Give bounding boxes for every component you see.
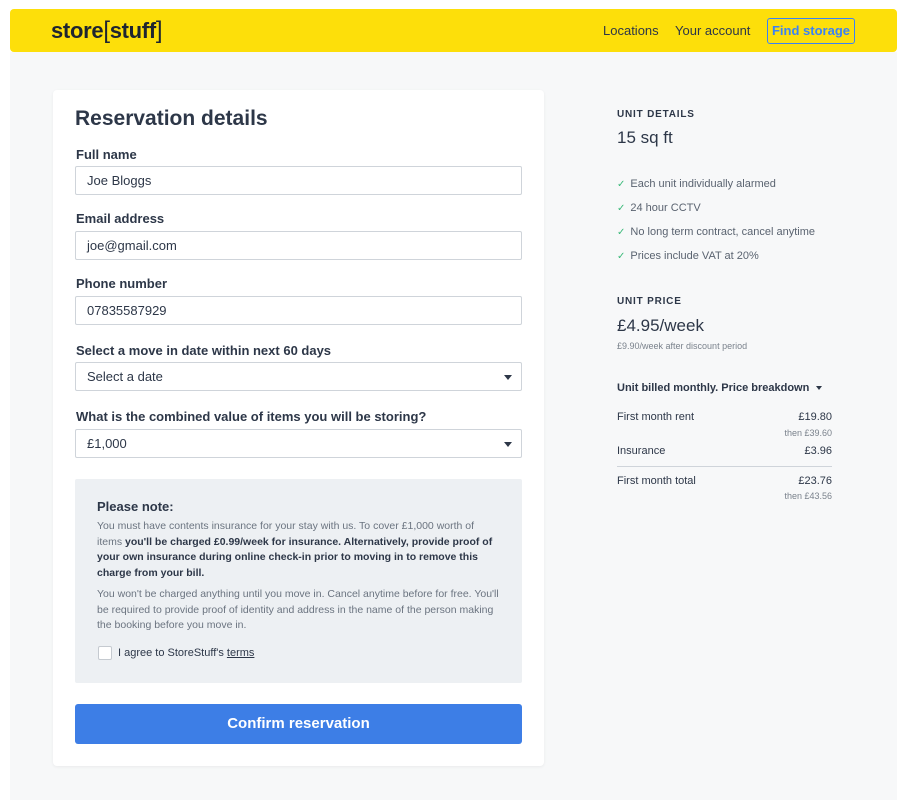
rent-then-value: then £39.60 [784,428,832,438]
item-value-label: What is the combined value of items you … [76,409,427,424]
logo-bracket-close: ] [155,17,163,44]
top-navbar: store[stuff] Locations Your account Find… [10,9,897,52]
feature-item: ✓ 24 hour CCTV [617,202,701,214]
full-name-input[interactable]: Joe Bloggs [75,166,522,195]
reservation-form-card: Reservation details Full name Joe Bloggs… [53,90,544,766]
full-name-label: Full name [76,147,137,162]
price-breakdown-label: Unit billed monthly. Price breakdown [617,382,810,394]
phone-input[interactable]: 07835587929 [75,296,522,325]
storestuff-logo[interactable]: store[stuff] [51,17,163,45]
price-breakdown-toggle[interactable]: Unit billed monthly. Price breakdown [617,382,823,394]
nav-link-your-account[interactable]: Your account [675,23,750,38]
agree-terms-label: I agree to StoreStuff's terms [118,647,254,659]
unit-price-title: UNIT PRICE [617,296,682,307]
check-icon: ✓ [617,227,626,238]
chevron-down-icon [504,442,512,447]
logo-text-store: store [51,18,104,43]
feature-text: Prices include VAT at 20% [630,250,759,262]
first-month-rent-value: £19.80 [798,411,832,423]
notice-charge-text: You won't be charged anything until you … [97,588,499,631]
unit-size: 15 sq ft [617,128,673,147]
confirm-reservation-button[interactable]: Confirm reservation [75,704,522,744]
unit-price: £4.95/week [617,316,704,335]
move-date-value: Select a date [87,369,163,384]
terms-link[interactable]: terms [227,647,255,659]
notice-insurance-text: You must have contents insurance for you… [97,519,502,581]
item-value-select[interactable]: £1,000 [75,429,522,458]
logo-text-stuff: stuff [109,18,156,43]
first-month-total-label: First month total [617,475,696,487]
check-icon: ✓ [617,251,626,262]
insurance-label: Insurance [617,445,666,457]
nav-link-locations[interactable]: Locations [603,23,659,38]
move-date-label: Select a move in date within next 60 day… [76,343,332,358]
page-title: Reservation details [75,107,268,130]
caret-down-icon [816,386,823,391]
feature-item: ✓ No long term contract, cancel anytime [617,226,815,238]
total-then-value: then £43.56 [784,491,832,501]
first-month-rent-label: First month rent [617,411,695,423]
notice-title: Please note: [97,499,174,514]
feature-text: 24 hour CCTV [630,202,701,214]
insurance-notice: Please note: You must have contents insu… [75,479,522,683]
phone-label: Phone number [76,276,168,291]
chevron-down-icon [504,375,512,380]
agree-text: I agree to StoreStuff's [118,647,227,659]
feature-text: Each unit individually alarmed [630,178,776,190]
check-icon: ✓ [617,203,626,214]
email-label: Email address [76,211,165,226]
item-value-value: £1,000 [87,436,127,451]
agree-terms-checkbox[interactable] [98,646,112,660]
find-storage-button[interactable]: Find storage [767,18,855,44]
after-discount-price: £9.90/week after discount period [617,341,748,351]
unit-details-title: UNIT DETAILS [617,109,695,120]
email-input[interactable]: joe@gmail.com [75,231,522,260]
feature-item: ✓ Prices include VAT at 20% [617,250,759,262]
feature-text: No long term contract, cancel anytime [630,226,816,238]
notice-insurance-bold: you'll be charged £0.99/week for insuran… [97,535,493,579]
move-date-select[interactable]: Select a date [75,362,522,391]
feature-item: ✓ Each unit individually alarmed [617,178,776,190]
first-month-total-value: £23.76 [798,475,832,487]
insurance-value: £3.96 [804,445,832,457]
price-divider [617,466,832,467]
check-icon: ✓ [617,179,626,190]
